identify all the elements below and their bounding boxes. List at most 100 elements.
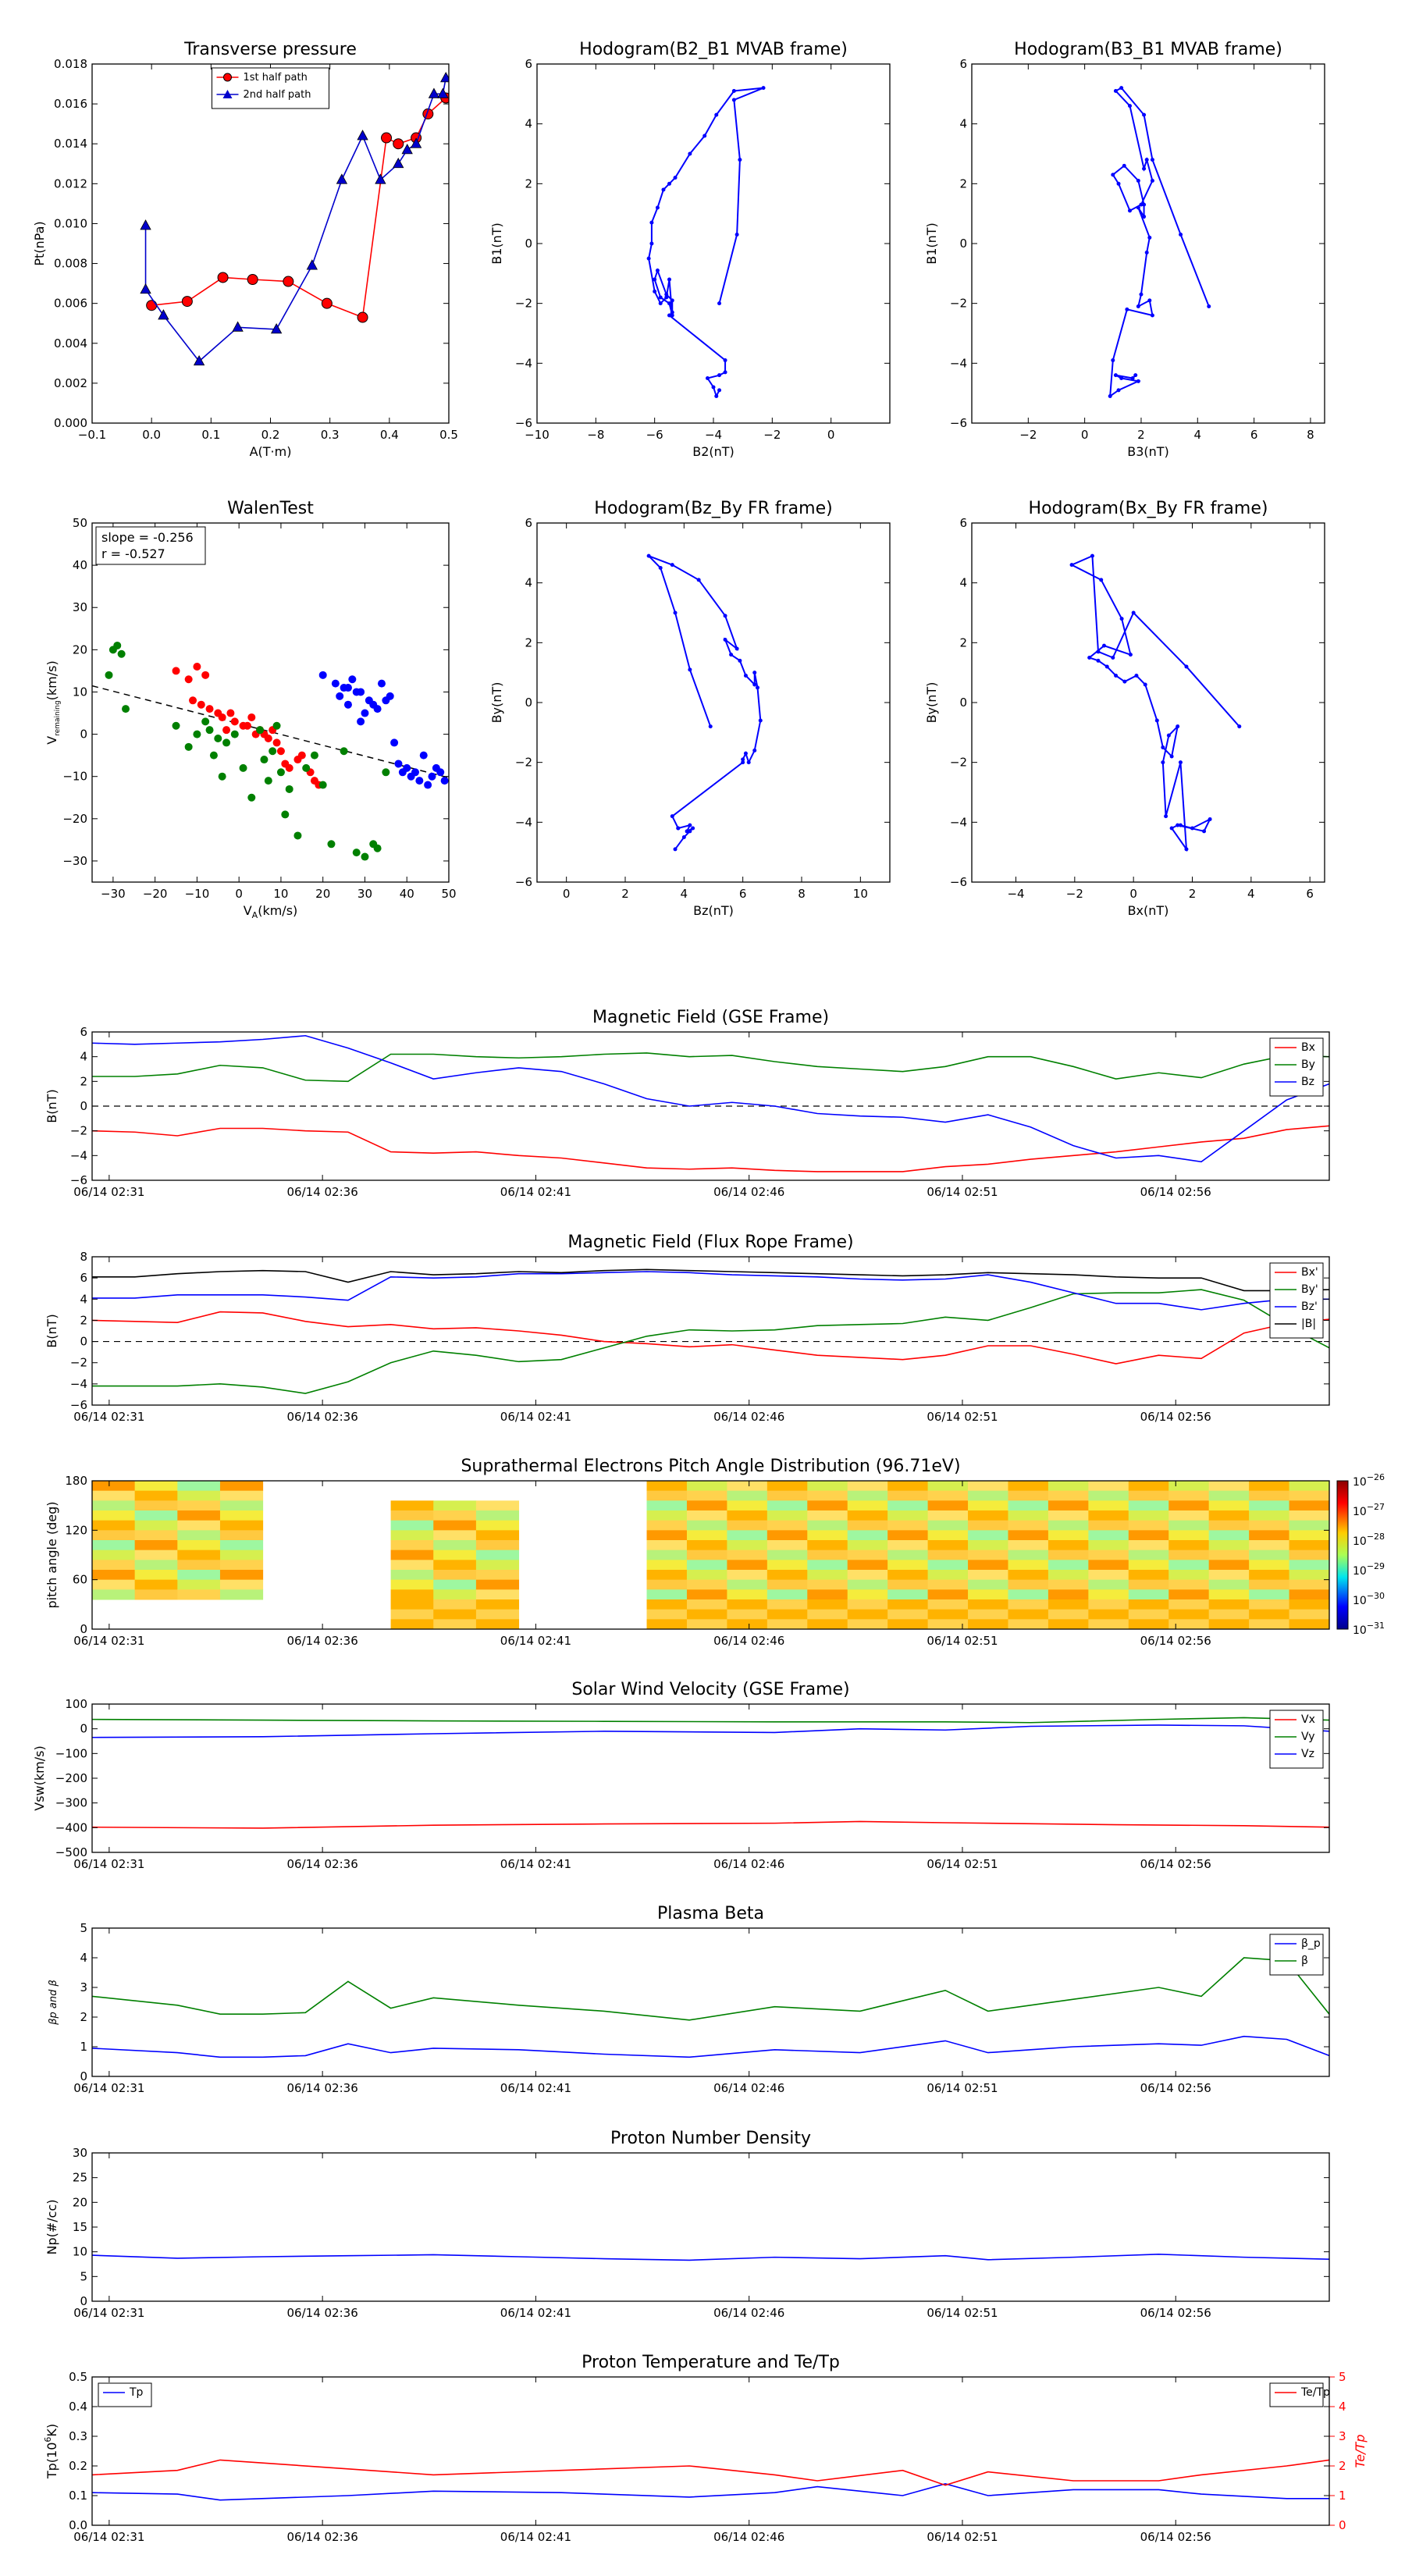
heatmap-cell xyxy=(807,1570,848,1581)
data-point xyxy=(1150,179,1154,183)
y-tick-label: 10 xyxy=(73,2245,87,2259)
data-point xyxy=(1142,202,1147,207)
data-point xyxy=(1104,664,1109,669)
legend: Bx By Bz xyxy=(1269,1037,1324,1097)
y-tick-label: 4 xyxy=(959,576,967,590)
heatmap-cell xyxy=(767,1579,808,1590)
heatmap-cell xyxy=(390,1589,434,1600)
y-tick-label: 120 xyxy=(65,1523,87,1537)
y-tick-label-right: 5 xyxy=(1339,2370,1346,2384)
y-tick-label: 0.018 xyxy=(54,57,87,71)
x-tick-label: 06/14 02:41 xyxy=(500,1410,571,1424)
x-tick-label: 06/14 02:41 xyxy=(500,1857,571,1871)
heatmap-cell xyxy=(1128,1520,1169,1531)
scatter-point xyxy=(424,781,432,789)
heatmap-cell xyxy=(475,1579,520,1590)
scatter-point xyxy=(214,735,222,742)
x-tick-label: 0.2 xyxy=(261,428,280,442)
heatmap-cell xyxy=(390,1570,434,1581)
heatmap-cell xyxy=(968,1619,1008,1629)
x-tick-label: 06/14 02:31 xyxy=(73,1410,144,1424)
data-point xyxy=(670,563,674,568)
heatmap-cell xyxy=(1208,1510,1250,1521)
colorbar xyxy=(1336,1480,1349,1630)
heatmap-cell xyxy=(1048,1540,1089,1551)
data-point xyxy=(761,86,766,91)
heatmap-cell xyxy=(1088,1530,1129,1541)
y-tick-label-right: 4 xyxy=(1339,2400,1346,2414)
x-tick-label: 06/14 02:56 xyxy=(1140,1634,1211,1648)
y-tick-label: −4 xyxy=(70,1148,87,1162)
heatmap-cell xyxy=(927,1540,969,1551)
data-point xyxy=(1069,563,1074,568)
y-tick-label: 0.002 xyxy=(54,376,87,390)
x-axis-label: B3(nT) xyxy=(1127,444,1169,459)
data-point xyxy=(723,638,727,642)
heatmap-cell xyxy=(887,1490,929,1501)
heatmap-cell xyxy=(727,1570,768,1581)
y-tick-label: −2 xyxy=(515,756,532,770)
heatmap-cell xyxy=(1008,1599,1049,1610)
data-point xyxy=(1111,173,1115,177)
legend-label: Vz xyxy=(1301,1748,1314,1760)
data-point xyxy=(1113,89,1118,93)
heatmap-cell xyxy=(646,1609,688,1620)
heatmap-cell xyxy=(390,1619,434,1629)
y-tick-label-right: 3 xyxy=(1339,2429,1346,2443)
heatmap-cell xyxy=(686,1500,727,1511)
data-point xyxy=(667,313,671,318)
heatmap-cell xyxy=(390,1520,434,1531)
heatmap-cell xyxy=(1008,1550,1049,1560)
chart-title: Hodogram(Bz_By FR frame) xyxy=(594,499,832,518)
y-tick-label: 0 xyxy=(80,1335,87,1349)
y-tick-label: 4 xyxy=(525,576,532,590)
data-point xyxy=(1096,658,1101,663)
scatter-point xyxy=(302,763,311,772)
heatmap-cell xyxy=(1168,1490,1210,1501)
heatmap-cell xyxy=(219,1550,264,1560)
data-point xyxy=(1161,760,1165,765)
heatmap-cell xyxy=(767,1570,808,1581)
heatmap-cell xyxy=(686,1530,727,1541)
data-point xyxy=(1119,376,1124,380)
legend-box xyxy=(98,2382,152,2407)
heatmap-cell xyxy=(433,1599,477,1610)
y-tick-label: 2 xyxy=(80,1074,87,1088)
heatmap-cell xyxy=(646,1560,688,1571)
heatmap-cell xyxy=(727,1540,768,1551)
chart-title: Plasma Beta xyxy=(657,1904,764,1923)
heatmap-cell xyxy=(1289,1550,1329,1560)
heatmap-cell xyxy=(177,1579,221,1590)
heatmap-cell xyxy=(727,1619,768,1629)
heatmap-cell xyxy=(433,1510,477,1521)
y-tick-label: −400 xyxy=(55,1820,87,1834)
heatmap-cell xyxy=(475,1570,520,1581)
data-point xyxy=(649,220,654,225)
heatmap-cell xyxy=(767,1510,808,1521)
legend-label: β_p xyxy=(1301,1937,1321,1950)
heatmap-cell xyxy=(767,1609,808,1620)
scatter-point xyxy=(327,840,336,849)
y-tick-label: 2 xyxy=(80,1313,87,1327)
y-tick-label: −30 xyxy=(62,854,87,868)
heatmap-cell xyxy=(767,1540,808,1551)
y-tick-label: −2 xyxy=(515,297,532,311)
x-tick-label: 06/14 02:41 xyxy=(500,2530,571,2544)
x-axis-label: Bz(nT) xyxy=(693,903,734,918)
annotation-text: slope = -0.256 xyxy=(101,530,194,545)
heatmap-cell xyxy=(646,1481,688,1492)
scatter-point xyxy=(373,844,382,852)
heatmap-cell xyxy=(1249,1520,1290,1531)
legend-label: Bx' xyxy=(1301,1266,1318,1279)
scatter-point xyxy=(189,696,197,705)
chart-title: Hodogram(Bx_By FR frame) xyxy=(1029,499,1268,518)
heatmap-cell xyxy=(686,1570,727,1581)
legend: Bx' By' Bz' |B| xyxy=(1269,1262,1324,1339)
heatmap-cell xyxy=(887,1530,929,1541)
heatmap-cell xyxy=(1208,1500,1250,1511)
heatmap-cell xyxy=(92,1560,136,1571)
y-axis-label: By(nT) xyxy=(489,682,504,724)
scatter-point xyxy=(411,768,419,777)
heatmap-cell xyxy=(1249,1530,1290,1541)
chart-title: Magnetic Field (GSE Frame) xyxy=(592,1008,829,1027)
